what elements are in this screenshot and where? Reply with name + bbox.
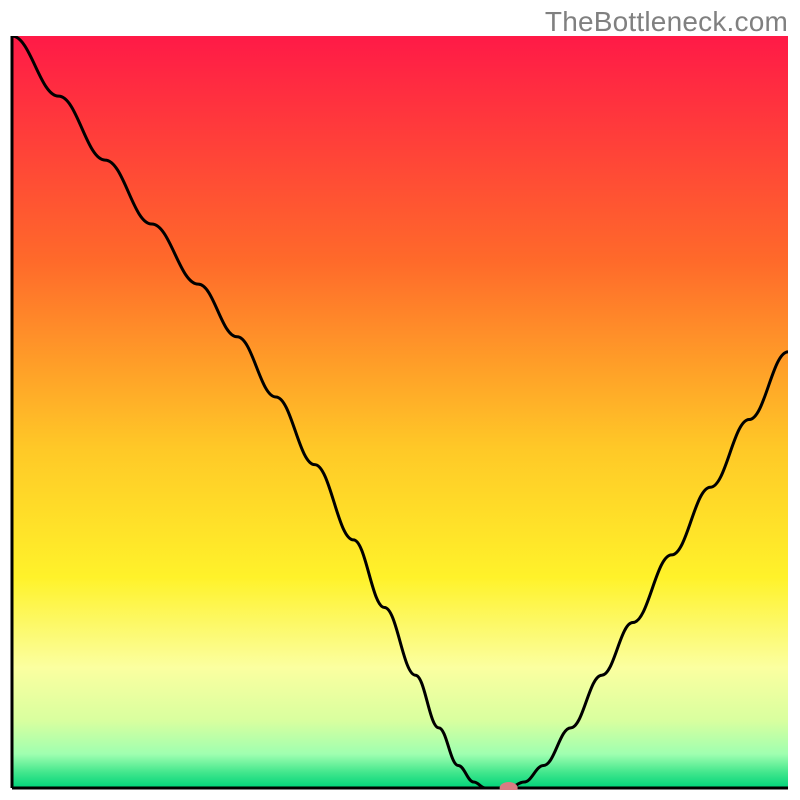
chart-container: TheBottleneck.com — [0, 0, 800, 800]
gradient-background — [12, 36, 788, 788]
bottleneck-chart — [10, 36, 790, 790]
watermark-text: TheBottleneck.com — [545, 6, 788, 38]
